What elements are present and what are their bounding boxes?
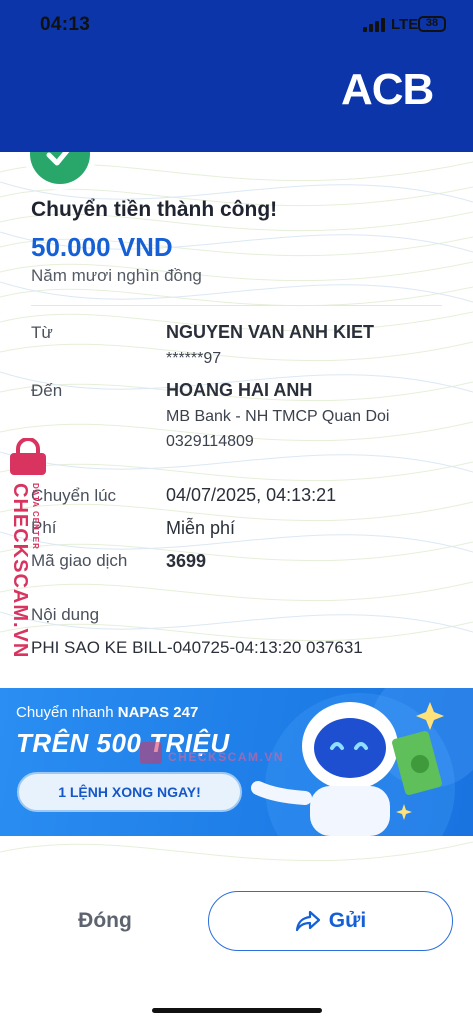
status-time: 04:13 <box>40 14 91 35</box>
divider <box>31 305 442 306</box>
transfer-time: 04/07/2025, 04:13:21 <box>166 485 337 505</box>
send-button-label: Gửi <box>328 909 367 932</box>
check-icon <box>46 152 70 166</box>
battery-level: 38 <box>425 17 439 29</box>
from-label: Từ <box>31 323 53 342</box>
promo-banner[interactable]: Chuyển nhanh NAPAS 247 TRÊN 500 TRIỆU CH… <box>0 688 473 836</box>
checkscam-watermark: CHECKSCAM.VN DATA CENTER <box>0 438 60 658</box>
transfer-amount: 50.000 VND <box>31 232 173 262</box>
bottom-action-bar: Đóng Gửi <box>0 870 473 1024</box>
sender-name: NGUYEN VAN ANH KIET <box>166 322 375 342</box>
home-indicator[interactable] <box>152 1008 322 1013</box>
fee-value: Miễn phí <box>166 518 236 538</box>
send-button[interactable]: Gửi <box>208 891 453 951</box>
network-type: LTE <box>391 16 419 33</box>
battery-icon: 38 <box>418 16 446 32</box>
signal-icon <box>363 17 385 32</box>
lock-icon <box>10 438 46 475</box>
recipient-account: 0329114809 <box>166 433 254 450</box>
banner-watermark: CHECKSCAM.VN <box>140 740 283 770</box>
share-icon <box>295 910 320 932</box>
close-button[interactable]: Đóng <box>30 892 180 950</box>
banner-cta-button[interactable]: 1 LỆNH XONG NGAY! <box>17 772 242 812</box>
transaction-id: 3699 <box>166 551 207 571</box>
watermark-text: CHECKSCAM.VN <box>9 483 31 659</box>
sender-account: ******97 <box>166 350 222 367</box>
acb-logo: ACB <box>341 65 434 114</box>
amount-in-words: Năm mươi nghìn đồng <box>31 266 202 285</box>
banner-tagline-bold: NAPAS 247 <box>117 704 199 721</box>
status-bar: 04:13 LTE 38 <box>0 0 473 50</box>
banner-tagline: Chuyển nhanh NAPAS 247 <box>16 704 198 721</box>
banner-cta-label: 1 LỆNH XONG NGAY! <box>58 784 201 800</box>
watermark-subtext: DATA CENTER <box>31 483 40 550</box>
app-header: 04:13 LTE 38 ACB <box>0 0 473 152</box>
banner-watermark-text: CHECKSCAM.VN <box>168 750 285 764</box>
recipient-name: HOANG HAI ANH <box>166 380 313 400</box>
transfer-content: PHI SAO KE BILL-040725-04:13:20 037631 <box>31 638 363 657</box>
to-label: Đến <box>31 381 63 400</box>
recipient-bank: MB Bank - NH TMCP Quan Doi <box>166 408 390 425</box>
success-title: Chuyển tiền thành công! <box>31 198 278 221</box>
banner-tagline-prefix: Chuyển nhanh <box>16 704 118 721</box>
